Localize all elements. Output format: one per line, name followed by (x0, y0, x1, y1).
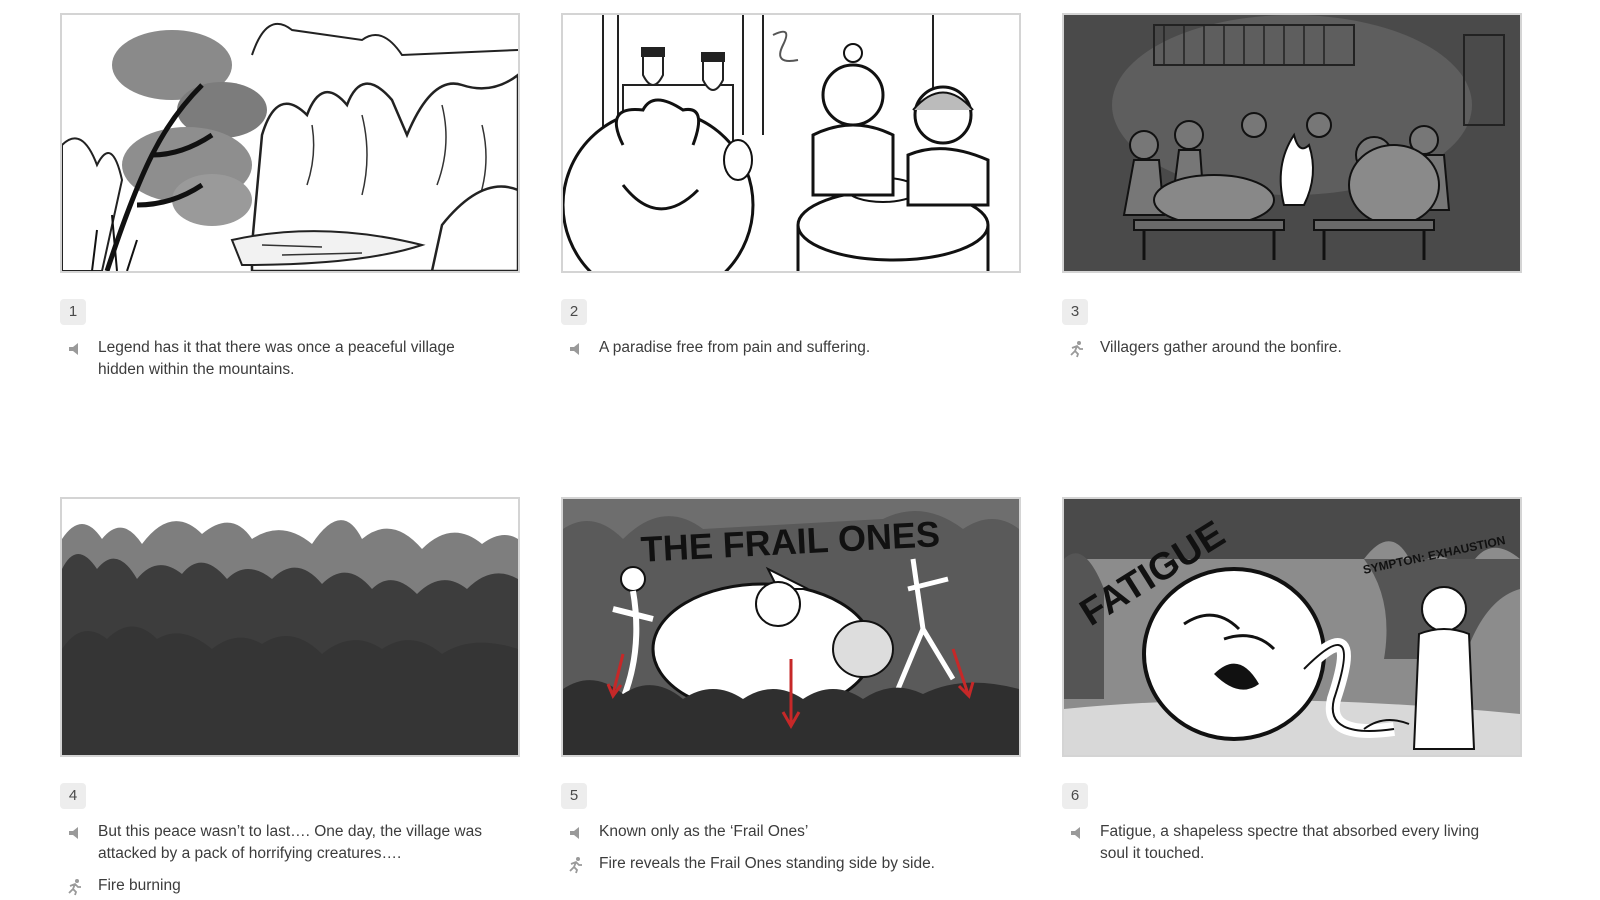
panel-6-image[interactable]: FATIGUE SYMPTON: EXHAUSTION (1062, 497, 1522, 757)
panel-number-badge: 2 (561, 299, 587, 325)
action-text: Fire reveals the Frail Ones standing sid… (599, 855, 935, 872)
dialogue-text: A paradise free from pain and suffering. (599, 339, 871, 356)
storyboard-panel-3[interactable]: 3 Villagers gather around the bonfire. (1062, 13, 1522, 359)
fatigue-spectre-sketch: FATIGUE SYMPTON: EXHAUSTION (1064, 499, 1520, 755)
villagers-feast-sketch (563, 15, 1019, 271)
speaker-icon (570, 343, 579, 355)
dialogue-text: Fatigue, a shapeless spectre that absorb… (1100, 823, 1480, 862)
frail-ones-sketch: THE FRAIL ONES (563, 499, 1019, 755)
action-line: Fire reveals the Frail Ones standing sid… (561, 853, 999, 875)
speaker-icon (69, 343, 78, 355)
dialogue-line: Fatigue, a shapeless spectre that absorb… (1062, 821, 1500, 865)
panel-3-image[interactable] (1062, 13, 1522, 273)
panel-1-image[interactable] (60, 13, 520, 273)
panel-2-image[interactable] (561, 13, 1021, 273)
speaker-icon (570, 827, 579, 839)
storyboard-panel-4[interactable]: 4 But this peace wasn’t to last…. One da… (60, 497, 520, 897)
dialogue-line: Known only as the ‘Frail Ones’ (561, 821, 999, 843)
mountain-landscape-sketch (62, 15, 518, 271)
action-line: Fire burning (60, 875, 498, 897)
action-text: Villagers gather around the bonfire. (1100, 339, 1342, 356)
storyboard-panel-5[interactable]: THE FRAIL ONES 5 Known only as the ‘Frai… (561, 497, 1021, 875)
panel-number-badge: 1 (60, 299, 86, 325)
action-text: Fire burning (98, 877, 181, 894)
running-figure-icon (68, 879, 81, 896)
bonfire-gathering-sketch (1064, 15, 1520, 271)
action-line: Villagers gather around the bonfire. (1062, 337, 1500, 359)
dialogue-text: Known only as the ‘Frail Ones’ (599, 823, 809, 840)
panel-number-badge: 4 (60, 783, 86, 809)
storyboard-panel-2[interactable]: 2 A paradise free from pain and sufferin… (561, 13, 1021, 359)
running-figure-icon (569, 857, 582, 874)
storyboard-panel-1[interactable]: 1 Legend has it that there was once a pe… (60, 13, 520, 381)
fire-silhouettes-sketch (62, 499, 518, 755)
panel-number-badge: 5 (561, 783, 587, 809)
dialogue-text: Legend has it that there was once a peac… (98, 339, 455, 378)
panel-number-badge: 3 (1062, 299, 1088, 325)
panel-5-image[interactable]: THE FRAIL ONES (561, 497, 1021, 757)
dialogue-line: A paradise free from pain and suffering. (561, 337, 999, 359)
dialogue-line: But this peace wasn’t to last…. One day,… (60, 821, 498, 865)
panel-4-image[interactable] (60, 497, 520, 757)
dialogue-line: Legend has it that there was once a peac… (60, 337, 498, 381)
speaker-icon (69, 827, 78, 839)
storyboard-panel-6[interactable]: FATIGUE SYMPTON: EXHAUSTION 6 Fatigue, a… (1062, 497, 1522, 865)
dialogue-text: But this peace wasn’t to last…. One day,… (98, 823, 482, 862)
panel-number-badge: 6 (1062, 783, 1088, 809)
running-figure-icon (1070, 341, 1083, 358)
speaker-icon (1071, 827, 1080, 839)
